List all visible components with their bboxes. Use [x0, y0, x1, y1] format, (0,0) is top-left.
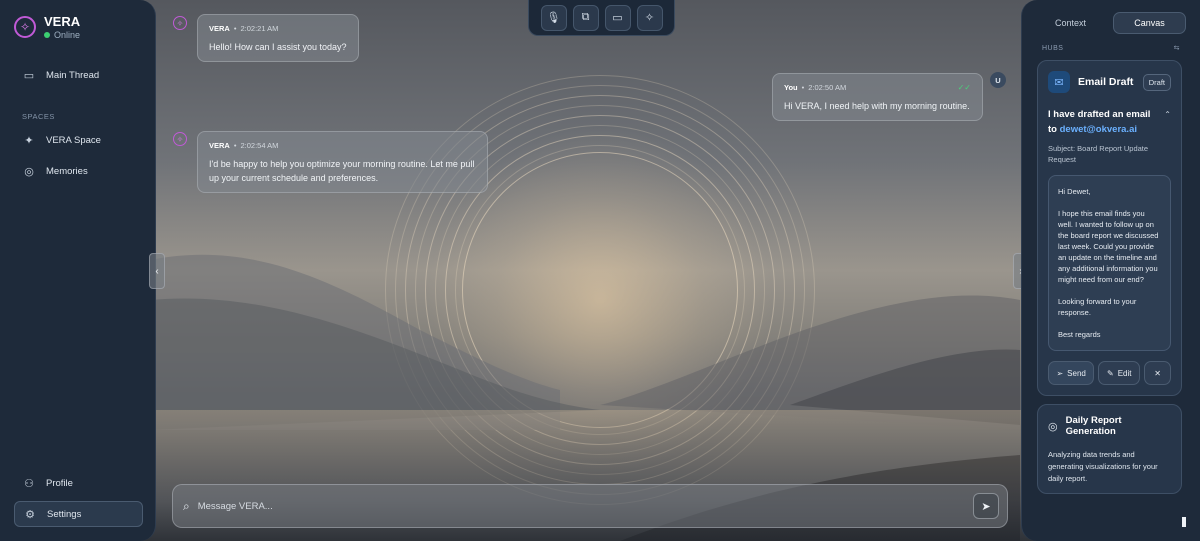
send-email-button[interactable]: ➢ Send	[1048, 361, 1095, 385]
mail-icon: ✉	[1048, 71, 1070, 93]
email-paragraph: I hope this email finds you well. I want…	[1058, 209, 1159, 284]
attach-icon[interactable]: ⌕	[183, 499, 190, 514]
monitor-button[interactable]: ▭	[604, 4, 631, 31]
panel-tabs: Context Canvas	[1034, 12, 1200, 34]
vera-logo-icon: ✧	[14, 16, 36, 38]
edit-label: Edit	[1117, 368, 1132, 378]
send-label: Send	[1067, 368, 1086, 378]
target-icon: ◎	[1048, 420, 1058, 433]
message-text: I'd be happy to help you optimize your m…	[209, 159, 475, 183]
message-vera-1: VERA • 2:02:21 AM Hello! How can I assis…	[197, 14, 359, 62]
sidebar-item-profile[interactable]: ⚇ Profile	[14, 470, 142, 496]
message-composer: ⌕ ➤	[172, 484, 1008, 528]
right-panel: Context Canvas HUBS ⇆ ✉ Email Draft Draf…	[1021, 0, 1200, 541]
magic-icon: ✧	[644, 12, 655, 24]
email-actions: ➢ Send ✎ Edit ✕	[1048, 361, 1171, 385]
tab-context[interactable]: Context	[1034, 12, 1107, 34]
online-dot-icon	[44, 32, 50, 38]
email-draft-card: ✉ Email Draft Draft I have drafted an em…	[1037, 60, 1182, 396]
message-input[interactable]	[197, 500, 973, 512]
email-closing: Looking forward to your response.	[1058, 297, 1137, 317]
screen-share-icon: ⧉	[581, 11, 590, 23]
email-subject: Subject: Board Report Update Request	[1048, 144, 1149, 164]
close-icon: ✕	[1154, 368, 1161, 378]
microphone-icon: 🎙︎	[546, 12, 561, 24]
email-greeting: Hi Dewet,	[1058, 187, 1091, 196]
chevron-left-icon: ‹	[155, 265, 159, 277]
sidebar-item-settings[interactable]: ⚙ Settings	[14, 501, 143, 527]
status-badge: Draft	[1142, 73, 1171, 91]
message-vera-2: VERA • 2:02:54 AM I'd be happy to help y…	[197, 131, 488, 193]
magic-button[interactable]: ✧	[636, 4, 663, 31]
spaces-section-label: SPACES	[22, 112, 55, 121]
panel-scrollbar[interactable]	[1182, 517, 1186, 527]
status-indicator: Online	[44, 30, 80, 40]
message-time: 2:02:21 AM	[240, 24, 279, 33]
message-time: 2:02:54 AM	[240, 141, 279, 150]
pencil-icon: ✎	[1107, 368, 1114, 378]
vera-avatar-icon: ✧	[173, 132, 187, 146]
sidebar-item-memories[interactable]: ◎ Memories	[14, 158, 141, 184]
card-description: Analyzing data trends and generating vis…	[1048, 450, 1158, 483]
monitor-icon: ▭	[612, 12, 623, 24]
recipient-link[interactable]: dewet@okvera.ai	[1060, 124, 1137, 135]
sidebar-item-vera-space[interactable]: ✦ VERA Space	[14, 127, 141, 153]
sparkle-icon: ✦	[24, 134, 34, 147]
chat-bubble-icon: ▭	[23, 69, 35, 82]
user-avatar: U	[990, 72, 1006, 88]
status-text: Online	[54, 30, 81, 40]
sidebar-item-label: Memories	[46, 165, 88, 177]
sidebar-item-label: Profile	[46, 477, 73, 489]
message-text: Hi VERA, I need help with my morning rou…	[784, 101, 970, 111]
email-signoff: Best regards	[1058, 330, 1101, 339]
collapse-left-sidebar-button[interactable]: ‹	[149, 253, 165, 289]
message-user-1: You • 2:02:50 AM ✓✓ Hi VERA, I need help…	[772, 73, 983, 121]
message-sender: VERA	[209, 24, 230, 33]
paper-plane-icon: ➢	[1056, 368, 1064, 378]
hubs-label: HUBS	[1042, 44, 1064, 52]
read-check-icon: ✓✓	[957, 83, 971, 92]
daily-report-card: ◎ Daily Report Generation Analyzing data…	[1037, 404, 1182, 494]
sidebar-item-label: Main Thread	[46, 69, 100, 81]
swap-icon[interactable]: ⇆	[1174, 44, 1180, 52]
vera-avatar-icon: ✧	[173, 16, 187, 30]
sidebar-item-label: VERA Space	[46, 134, 101, 146]
message-sender: You	[784, 83, 798, 92]
draft-summary: I have drafted an email to dewet@okvera.…	[1048, 107, 1171, 137]
top-toolbar: 🎙︎ ⧉ ▭ ✧	[528, 0, 675, 36]
sidebar-item-main-thread[interactable]: ▭ Main Thread	[14, 62, 141, 88]
message-sender: VERA	[209, 141, 230, 150]
screen-share-button[interactable]: ⧉	[572, 4, 599, 31]
microphone-button[interactable]: 🎙︎	[540, 4, 567, 31]
chevron-up-icon[interactable]: ⌃	[1164, 107, 1171, 122]
send-icon: ➤	[981, 500, 991, 513]
edit-email-button[interactable]: ✎ Edit	[1098, 361, 1141, 385]
send-message-button[interactable]: ➤	[973, 493, 999, 519]
left-sidebar: ✧ VERA Online ▭ Main Thread SPACES ✦ VER…	[0, 0, 156, 541]
brain-icon: ◎	[24, 165, 34, 178]
tab-canvas[interactable]: Canvas	[1113, 12, 1186, 34]
message-text: Hello! How can I assist you today?	[209, 42, 347, 52]
brand-name: VERA	[44, 14, 81, 29]
card-title: Daily Report Generation	[1065, 415, 1122, 437]
sidebar-item-label: Settings	[47, 508, 82, 520]
email-body: Hi Dewet, I hope this email finds you we…	[1048, 175, 1171, 351]
card-title: Email Draft	[1078, 76, 1134, 88]
brand: ✧ VERA Online	[14, 14, 141, 40]
message-time: 2:02:50 AM	[808, 83, 847, 92]
dismiss-email-button[interactable]: ✕	[1144, 361, 1171, 385]
gear-icon: ⚙	[25, 508, 35, 521]
user-icon: ⚇	[24, 477, 34, 490]
